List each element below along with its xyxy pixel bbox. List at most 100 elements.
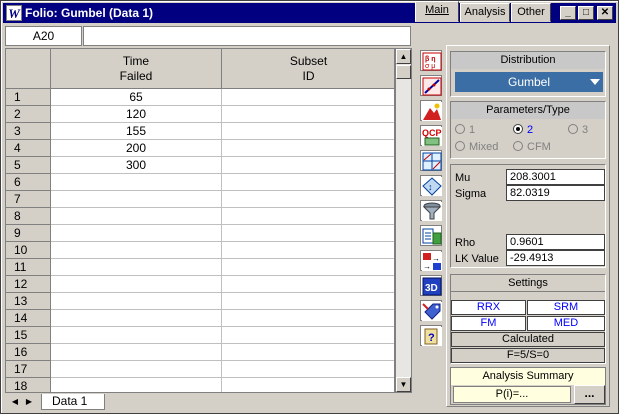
- subset-id-cell[interactable]: [222, 310, 394, 327]
- scroll-down-button[interactable]: ▼: [396, 377, 411, 392]
- subset-id-cell[interactable]: [222, 378, 394, 392]
- time-failed-cell[interactable]: [51, 327, 222, 344]
- time-failed-cell[interactable]: [51, 361, 222, 378]
- subset-id-cell[interactable]: [222, 89, 394, 106]
- subset-id-cell[interactable]: [222, 208, 394, 225]
- column-header-time[interactable]: Time Failed: [51, 49, 222, 89]
- param-radio-cfm[interactable]: CFM: [513, 141, 551, 153]
- med-button[interactable]: MED: [527, 316, 605, 331]
- formula-bar[interactable]: [83, 26, 411, 46]
- scroll-up-button[interactable]: ▲: [396, 49, 411, 64]
- row-header[interactable]: 9: [6, 225, 51, 242]
- filter-icon[interactable]: [420, 200, 442, 221]
- tab-analysis[interactable]: Analysis: [460, 3, 510, 22]
- mountain-chart-icon[interactable]: [420, 100, 442, 121]
- help-icon[interactable]: ?: [420, 325, 442, 346]
- row-header[interactable]: 1: [6, 89, 51, 106]
- distribution-select[interactable]: Gumbel: [455, 72, 603, 92]
- data-grid[interactable]: Time Failed Subset ID 1 65 2 120 3 155 4 200 5 30…: [5, 48, 395, 393]
- name-box[interactable]: A20: [5, 26, 82, 46]
- time-failed-cell[interactable]: [51, 208, 222, 225]
- row-header[interactable]: 6: [6, 174, 51, 191]
- row-header[interactable]: 3: [6, 123, 51, 140]
- time-failed-cell[interactable]: 120: [51, 106, 222, 123]
- next-sheet-icon[interactable]: ▶: [23, 395, 35, 409]
- radio-dot-icon: [513, 124, 523, 134]
- param-radio-mixed[interactable]: Mixed: [455, 141, 498, 153]
- subset-id-cell[interactable]: [222, 157, 394, 174]
- analysis-summary-field[interactable]: P(i)=...: [453, 386, 571, 403]
- close-button[interactable]: ✕: [597, 6, 613, 20]
- subset-id-cell[interactable]: [222, 276, 394, 293]
- row-header[interactable]: 14: [6, 310, 51, 327]
- tool-strip: β ησ μ QCP ↕ → → 3D ?: [418, 48, 444, 348]
- subset-id-cell[interactable]: [222, 123, 394, 140]
- subset-id-cell[interactable]: [222, 225, 394, 242]
- prev-sheet-icon[interactable]: ◀: [9, 395, 21, 409]
- transfer-icon[interactable]: ↕: [420, 175, 442, 196]
- row-header[interactable]: 11: [6, 259, 51, 276]
- time-failed-cell[interactable]: [51, 242, 222, 259]
- row-header[interactable]: 5: [6, 157, 51, 174]
- batch-icon[interactable]: [420, 225, 442, 246]
- row-header[interactable]: 15: [6, 327, 51, 344]
- tab-other[interactable]: Other: [511, 3, 551, 22]
- subset-id-cell[interactable]: [222, 293, 394, 310]
- row-header[interactable]: 16: [6, 344, 51, 361]
- subset-id-cell[interactable]: [222, 191, 394, 208]
- fm-button[interactable]: FM: [451, 316, 526, 331]
- corner-header[interactable]: [6, 49, 51, 89]
- tag-icon[interactable]: [420, 300, 442, 321]
- sheet-tab-data1[interactable]: Data 1: [41, 394, 105, 410]
- subset-id-cell[interactable]: [222, 361, 394, 378]
- row-header[interactable]: 2: [6, 106, 51, 123]
- row-header[interactable]: 7: [6, 191, 51, 208]
- 3d-plot-icon[interactable]: 3D: [420, 275, 442, 296]
- plot-icon[interactable]: [420, 75, 442, 96]
- param-option-mixed: Mixed: [469, 141, 499, 153]
- row-header[interactable]: 18: [6, 378, 51, 392]
- time-failed-cell[interactable]: 155: [51, 123, 222, 140]
- param-radio-3[interactable]: 3: [568, 124, 588, 136]
- subset-id-cell[interactable]: [222, 140, 394, 157]
- time-failed-cell[interactable]: [51, 378, 222, 392]
- subset-id-cell[interactable]: [222, 174, 394, 191]
- subset-id-cell[interactable]: [222, 327, 394, 344]
- convert-icon[interactable]: → →: [420, 250, 442, 271]
- time-failed-cell[interactable]: [51, 259, 222, 276]
- minimize-button[interactable]: _: [560, 6, 576, 20]
- row-header[interactable]: 4: [6, 140, 51, 157]
- subset-id-cell[interactable]: [222, 259, 394, 276]
- summary-more-button[interactable]: ...: [574, 385, 605, 404]
- row-header[interactable]: 17: [6, 361, 51, 378]
- scroll-thumb[interactable]: [396, 65, 411, 79]
- param-radio-1[interactable]: 1: [455, 124, 475, 136]
- time-failed-cell[interactable]: 65: [51, 89, 222, 106]
- time-failed-cell[interactable]: [51, 310, 222, 327]
- subset-id-cell[interactable]: [222, 106, 394, 123]
- column-header-subset[interactable]: Subset ID: [222, 49, 394, 89]
- row-header[interactable]: 13: [6, 293, 51, 310]
- srm-button[interactable]: SRM: [527, 300, 605, 315]
- vertical-scrollbar[interactable]: ▲ ▼: [395, 48, 412, 393]
- subset-id-cell[interactable]: [222, 242, 394, 259]
- param-radio-2[interactable]: 2: [513, 124, 533, 136]
- time-failed-cell[interactable]: [51, 293, 222, 310]
- rrx-button[interactable]: RRX: [451, 300, 526, 315]
- row-header[interactable]: 8: [6, 208, 51, 225]
- time-failed-cell[interactable]: [51, 174, 222, 191]
- time-failed-cell[interactable]: 300: [51, 157, 222, 174]
- time-failed-cell[interactable]: [51, 276, 222, 293]
- time-failed-cell[interactable]: [51, 191, 222, 208]
- maximize-button[interactable]: □: [578, 6, 594, 20]
- time-failed-cell[interactable]: [51, 344, 222, 361]
- row-header[interactable]: 12: [6, 276, 51, 293]
- compare-plots-icon[interactable]: [420, 150, 442, 171]
- qcp-icon[interactable]: QCP: [420, 125, 442, 146]
- time-failed-cell[interactable]: [51, 225, 222, 242]
- time-failed-cell[interactable]: 200: [51, 140, 222, 157]
- calculate-icon[interactable]: β ησ μ: [420, 50, 442, 71]
- tab-main[interactable]: Main: [415, 1, 459, 22]
- row-header[interactable]: 10: [6, 242, 51, 259]
- subset-id-cell[interactable]: [222, 344, 394, 361]
